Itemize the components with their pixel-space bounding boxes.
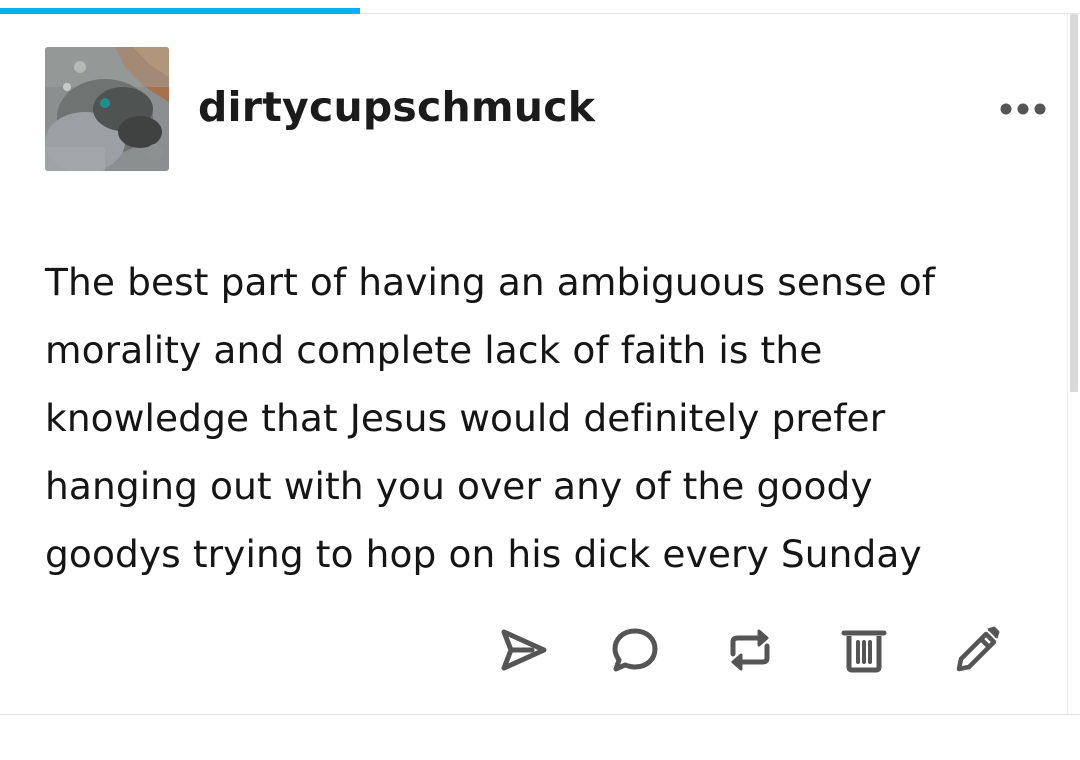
scrollbar-thumb[interactable]	[1070, 14, 1078, 392]
comment-button[interactable]	[605, 620, 665, 680]
share-send-icon	[501, 629, 547, 671]
more-options-button[interactable]	[996, 95, 1050, 123]
avatar[interactable]	[45, 47, 169, 171]
tumblr-post-view: dirtycupschmuck The best part of having …	[0, 0, 1080, 760]
post-actions-bar	[488, 620, 1008, 680]
delete-button[interactable]	[834, 620, 894, 680]
reblog-button[interactable]	[720, 620, 780, 680]
avatar-image	[45, 47, 169, 171]
edit-button[interactable]	[946, 620, 1006, 680]
post-body-text: The best part of having an ambiguous sen…	[45, 260, 936, 576]
delete-trash-icon	[841, 630, 887, 673]
post-username[interactable]: dirtycupschmuck	[198, 83, 595, 131]
comment-icon	[612, 628, 658, 672]
post-divider	[0, 714, 1080, 715]
reblog-icon	[730, 629, 770, 671]
edit-pencil-icon	[956, 626, 1000, 672]
share-button[interactable]	[492, 620, 552, 680]
more-horizontal-icon	[1000, 103, 1046, 115]
